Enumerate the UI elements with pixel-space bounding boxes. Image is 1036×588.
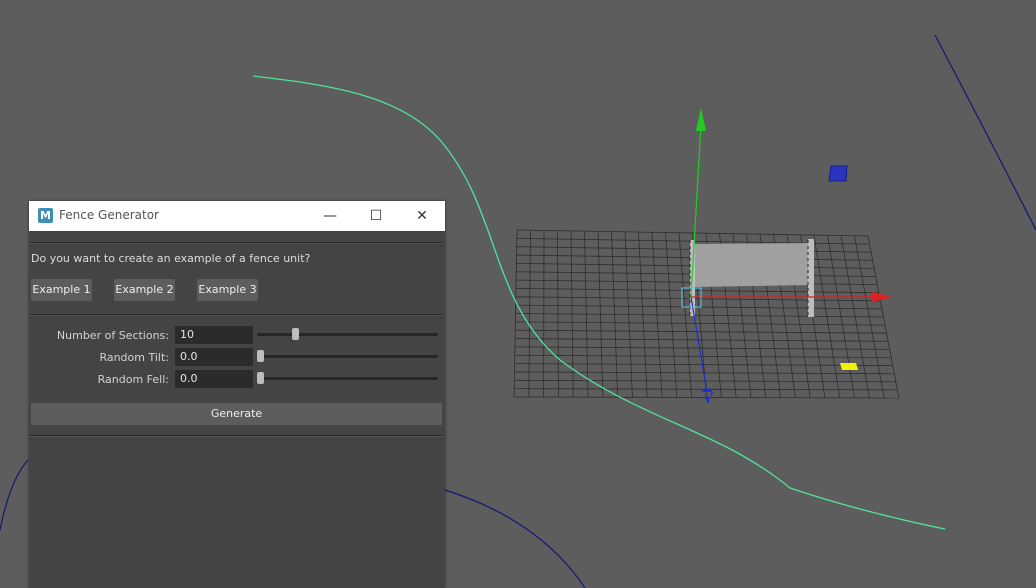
title-bar[interactable]: M Fence Generator — ☐ ✕ — [29, 201, 445, 231]
example-2-button[interactable]: Example 2 — [114, 279, 175, 301]
dark-curve-bottom — [444, 489, 586, 588]
question-label: Do you want to create an example of a fe… — [31, 252, 311, 265]
random-fell-slider-thumb[interactable] — [257, 372, 264, 384]
close-icon: ✕ — [416, 208, 428, 224]
sections-label: Number of Sections: — [56, 329, 169, 342]
window-title: Fence Generator — [59, 208, 159, 222]
random-tilt-field[interactable]: 0.0 — [175, 348, 253, 366]
dark-curve-right — [934, 34, 1036, 231]
sections-field[interactable]: 10 — [175, 326, 253, 344]
generate-button[interactable]: Generate — [31, 403, 442, 425]
maximize-button[interactable]: ☐ — [353, 201, 399, 231]
random-tilt-slider-thumb[interactable] — [257, 350, 264, 362]
blue-marker-icon[interactable] — [828, 165, 848, 182]
sections-slider[interactable] — [257, 328, 438, 340]
random-tilt-slider[interactable] — [257, 350, 438, 362]
random-fell-slider[interactable] — [257, 372, 438, 384]
fence-unit[interactable] — [689, 239, 814, 317]
random-tilt-label: Random Tilt: — [99, 351, 169, 364]
divider — [29, 435, 443, 437]
sections-slider-thumb[interactable] — [291, 328, 299, 340]
yellow-marker-icon[interactable] — [840, 363, 858, 370]
y-axis-arrow-icon — [696, 108, 706, 131]
x-axis-arrow-icon — [872, 292, 892, 302]
close-button[interactable]: ✕ — [399, 201, 445, 231]
z-axis-arrow-icon — [702, 390, 713, 404]
maya-app-icon: M — [38, 208, 53, 223]
random-fell-field[interactable]: 0.0 — [175, 370, 253, 388]
random-fell-label: Random Fell: — [97, 373, 169, 386]
example-3-button[interactable]: Example 3 — [197, 279, 258, 301]
minimize-button[interactable]: — — [307, 201, 353, 231]
fence-generator-window: M Fence Generator — ☐ ✕ Do you want to c… — [29, 201, 445, 588]
example-1-button[interactable]: Example 1 — [31, 279, 92, 301]
minimize-icon: — — [323, 208, 337, 224]
divider — [29, 314, 443, 316]
divider — [29, 242, 443, 244]
maximize-icon: ☐ — [369, 208, 383, 224]
dark-curve-left — [0, 459, 29, 531]
